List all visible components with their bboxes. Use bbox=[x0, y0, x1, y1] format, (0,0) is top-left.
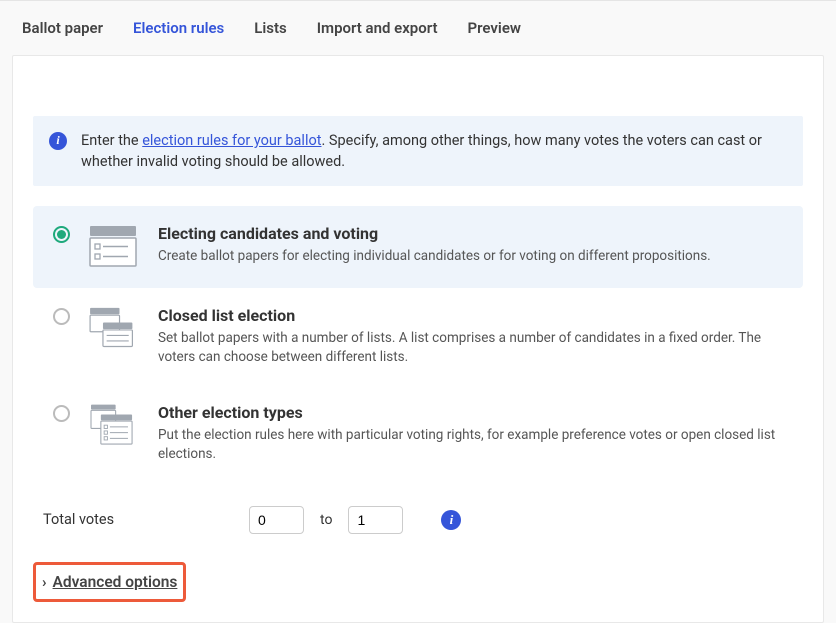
tabs-bar: Ballot paper Election rules Lists Import… bbox=[0, 1, 836, 55]
tab-lists[interactable]: Lists bbox=[254, 19, 286, 37]
content-card: i Enter the election rules for your ball… bbox=[12, 55, 824, 623]
advanced-options-highlight: › Advanced options bbox=[33, 562, 186, 602]
option-title: Other election types bbox=[158, 403, 783, 422]
ballot-multi-icon bbox=[88, 403, 140, 449]
advanced-options-toggle[interactable]: Advanced options bbox=[53, 573, 178, 591]
option-electing-candidates[interactable]: Electing candidates and voting Create ba… bbox=[33, 206, 803, 288]
option-desc: Create ballot papers for electing indivi… bbox=[158, 247, 783, 266]
tab-import-export[interactable]: Import and export bbox=[317, 19, 438, 37]
radio-other-types[interactable] bbox=[53, 405, 70, 422]
option-other-types[interactable]: Other election types Put the election ru… bbox=[33, 385, 803, 482]
chevron-right-icon: › bbox=[42, 573, 47, 591]
ballot-lists-icon bbox=[88, 306, 140, 352]
info-banner: i Enter the election rules for your ball… bbox=[33, 116, 803, 186]
info-text: Enter the election rules for your ballot… bbox=[81, 130, 787, 172]
radio-closed-list[interactable] bbox=[53, 308, 70, 325]
option-desc: Set ballot papers with a number of lists… bbox=[158, 329, 783, 367]
tab-election-rules[interactable]: Election rules bbox=[133, 19, 224, 37]
ballot-single-icon bbox=[88, 224, 140, 270]
election-rules-link[interactable]: election rules for your ballot bbox=[142, 132, 321, 149]
info-icon: i bbox=[49, 132, 67, 150]
total-votes-label: Total votes bbox=[43, 511, 233, 528]
tab-ballot-paper[interactable]: Ballot paper bbox=[22, 19, 103, 37]
votes-from-input[interactable] bbox=[249, 506, 304, 534]
radio-electing-candidates[interactable] bbox=[53, 226, 70, 243]
option-title: Closed list election bbox=[158, 306, 783, 325]
votes-info-icon[interactable]: i bbox=[441, 510, 461, 530]
option-closed-list[interactable]: Closed list election Set ballot papers w… bbox=[33, 288, 803, 385]
votes-to-label: to bbox=[320, 512, 332, 528]
option-title: Electing candidates and voting bbox=[158, 224, 783, 243]
election-type-options: Electing candidates and voting Create ba… bbox=[33, 206, 803, 482]
option-desc: Put the election rules here with particu… bbox=[158, 426, 783, 464]
tab-preview[interactable]: Preview bbox=[468, 19, 521, 37]
votes-to-input[interactable] bbox=[348, 506, 403, 534]
total-votes-row: Total votes to i bbox=[33, 506, 803, 534]
